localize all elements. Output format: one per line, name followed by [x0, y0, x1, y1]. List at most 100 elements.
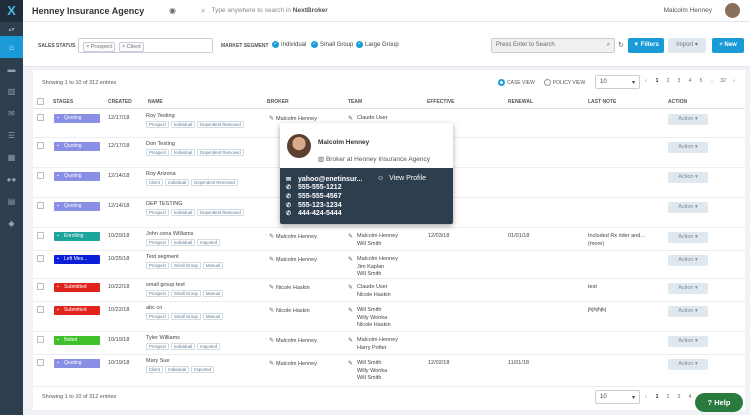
- filters-button[interactable]: ▼ Filters: [628, 38, 664, 53]
- broker-cell[interactable]: ✎ Malcolm Henney: [269, 233, 317, 240]
- pencil-icon[interactable]: ✎: [269, 338, 274, 344]
- sales-status-select[interactable]: × Prospect × Client: [78, 38, 213, 53]
- broker-cell[interactable]: ✎ Malcolm Henney: [269, 337, 317, 344]
- action-dropdown[interactable]: Action ▾: [668, 232, 708, 243]
- stage-badge[interactable]: Quoting: [54, 359, 100, 368]
- action-dropdown[interactable]: Action ▾: [668, 114, 708, 125]
- pencil-icon[interactable]: ✎: [348, 233, 353, 240]
- stage-badge[interactable]: Noted: [54, 336, 100, 345]
- case-view-radio[interactable]: CASE VIEW: [498, 79, 535, 86]
- broker-name[interactable]: Malcolm Henney: [276, 338, 317, 344]
- app-logo[interactable]: X: [0, 0, 23, 22]
- record-name-link[interactable]: John cena Williams: [146, 231, 220, 237]
- action-dropdown[interactable]: Action ▾: [668, 283, 708, 294]
- col-created[interactable]: CREATED: [108, 99, 132, 105]
- tag-prospect[interactable]: × Prospect: [83, 42, 116, 52]
- segment-small-group[interactable]: ✓ Small Group: [311, 41, 353, 48]
- select-all-checkbox[interactable]: [37, 98, 44, 105]
- row-checkbox[interactable]: [37, 172, 44, 179]
- folder-icon[interactable]: ▬: [0, 58, 23, 80]
- record-name-link[interactable]: Test segment: [146, 254, 223, 260]
- new-button[interactable]: + New: [712, 38, 744, 53]
- record-name-link[interactable]: Roy Arizona: [146, 171, 238, 177]
- action-dropdown[interactable]: Action ▾: [668, 202, 708, 213]
- record-name-link[interactable]: small group test: [146, 282, 223, 288]
- pencil-icon[interactable]: ✎: [269, 234, 274, 240]
- row-checkbox[interactable]: [37, 142, 44, 149]
- pencil-icon[interactable]: ✎: [269, 285, 274, 291]
- broker-cell[interactable]: ✎ Malcolm Henney: [269, 115, 317, 122]
- broker-name[interactable]: Nicole Haskin: [276, 308, 310, 314]
- broker-cell[interactable]: ✎ Nicole Haskin: [269, 307, 310, 314]
- page-link[interactable]: 5: [698, 78, 704, 84]
- col-name[interactable]: NAME: [148, 99, 163, 105]
- page-link[interactable]: ‹: [643, 394, 649, 400]
- search-icon[interactable]: ⌕: [201, 6, 205, 16]
- refresh-icon[interactable]: ↻: [618, 41, 624, 49]
- pencil-icon[interactable]: ✎: [348, 284, 353, 291]
- col-effective[interactable]: EFFECTIVE: [427, 99, 455, 105]
- table-row[interactable]: Submitted 10/22/18 abc co ProspectSmall Gro…: [33, 302, 745, 332]
- row-checkbox[interactable]: [37, 283, 44, 290]
- page-link[interactable]: 2: [665, 394, 671, 400]
- table-row[interactable]: Noted 10/19/18 Tyler Williams ProspectIndiv…: [33, 332, 745, 355]
- chart-icon[interactable]: ▥: [0, 80, 23, 102]
- tag-icon[interactable]: ◆: [0, 212, 23, 234]
- broker-name[interactable]: Nicole Haskin: [276, 285, 310, 291]
- home-icon[interactable]: ⌂: [0, 36, 23, 58]
- help-button[interactable]: ? Help: [695, 393, 743, 412]
- record-name-link[interactable]: DEP TESTING: [146, 201, 244, 207]
- action-dropdown[interactable]: Action ▾: [668, 336, 708, 347]
- broker-name[interactable]: Malcolm Henney: [276, 116, 317, 122]
- row-checkbox[interactable]: [37, 114, 44, 121]
- table-row[interactable]: Submitted 10/22/18 small group test Prospec…: [33, 279, 745, 302]
- stage-badge[interactable]: Quoting: [54, 142, 100, 151]
- global-search[interactable]: Type anywhere to search in NextBroker: [211, 7, 327, 14]
- popup-phone[interactable]: ✆ 555-555-1212: [286, 184, 453, 193]
- segment-large-group[interactable]: ✓ Large Group: [356, 41, 399, 48]
- record-name-link[interactable]: abc co: [146, 305, 223, 311]
- pencil-icon[interactable]: ✎: [269, 361, 274, 367]
- popup-phone[interactable]: ✆ 555-555-4567: [286, 192, 453, 201]
- col-last-note[interactable]: LAST NOTE: [588, 99, 616, 105]
- page-link[interactable]: ‹: [643, 78, 649, 84]
- pencil-icon[interactable]: ✎: [348, 256, 353, 263]
- action-dropdown[interactable]: Action ▾: [668, 172, 708, 183]
- col-stages[interactable]: STAGES: [53, 99, 73, 105]
- page-link[interactable]: 1: [654, 78, 660, 84]
- row-checkbox[interactable]: [37, 232, 44, 239]
- stage-badge[interactable]: Enrolling: [54, 232, 100, 241]
- table-row[interactable]: Left Mes... 10/25/18 Test segment ProspectS…: [33, 251, 745, 279]
- page-link[interactable]: …: [709, 78, 715, 84]
- stage-badge[interactable]: Quoting: [54, 114, 100, 123]
- pencil-icon[interactable]: ✎: [348, 337, 353, 344]
- list-icon[interactable]: ☰: [0, 124, 23, 146]
- page-link[interactable]: 32: [720, 78, 726, 84]
- user-name[interactable]: Malcolm Henney: [664, 7, 712, 14]
- action-dropdown[interactable]: Action ▾: [668, 359, 708, 370]
- tag-client[interactable]: × Client: [119, 42, 144, 52]
- action-dropdown[interactable]: Action ▾: [668, 255, 708, 266]
- broker-name[interactable]: Malcolm Henney: [276, 257, 317, 263]
- popup-email[interactable]: ✉ yahoo@enetinsur...: [286, 175, 453, 184]
- import-button[interactable]: Import ▾: [668, 38, 706, 53]
- per-page-select-bottom[interactable]: 10 ▾: [595, 390, 640, 404]
- record-name-link[interactable]: Tyler Williams: [146, 335, 220, 341]
- clipboard-icon[interactable]: ▤: [0, 190, 23, 212]
- pencil-icon[interactable]: ✎: [348, 115, 353, 122]
- col-renewal[interactable]: RENEWAL: [508, 99, 533, 105]
- popup-phone[interactable]: ✆ 555-123-1234: [286, 201, 453, 210]
- row-checkbox[interactable]: [37, 359, 44, 366]
- pencil-icon[interactable]: ✎: [269, 116, 274, 122]
- analytics-icon[interactable]: ▴▾: [0, 22, 23, 36]
- page-link[interactable]: 4: [687, 394, 693, 400]
- row-checkbox[interactable]: [37, 255, 44, 262]
- action-dropdown[interactable]: Action ▾: [668, 306, 708, 317]
- stage-badge[interactable]: Quoting: [54, 202, 100, 211]
- broker-name[interactable]: Malcolm Henney: [276, 234, 317, 240]
- broker-name[interactable]: Malcolm Henney: [276, 361, 317, 367]
- pencil-icon[interactable]: ✎: [269, 257, 274, 263]
- globe-icon[interactable]: ◉: [169, 6, 191, 15]
- page-link[interactable]: 3: [676, 394, 682, 400]
- row-checkbox[interactable]: [37, 306, 44, 313]
